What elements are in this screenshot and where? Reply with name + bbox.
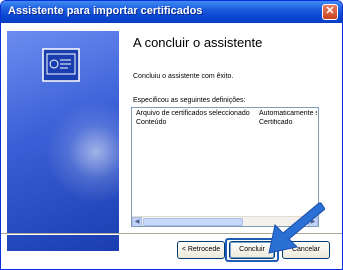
close-button[interactable]: ✕ <box>322 4 338 20</box>
side-banner <box>7 31 119 251</box>
scroll-left-icon[interactable]: ◀ <box>132 217 142 226</box>
page-title: A concluir o assistente <box>133 35 263 50</box>
back-button[interactable]: < Retrocede <box>177 241 225 259</box>
setting-name: Arquivo de certificados seleccionado <box>136 110 250 117</box>
certificate-icon <box>42 48 80 82</box>
scrollbar-thumb[interactable] <box>143 218 243 226</box>
decorative-glow <box>41 97 119 207</box>
wizard-body: A concluir o assistente Concluiu o assis… <box>1 23 342 269</box>
setting-value: Automaticamente s <box>259 110 317 117</box>
arrow-pointer-icon <box>268 202 325 254</box>
title-bar[interactable]: Assistente para importar certificados ✕ <box>1 1 342 23</box>
wizard-window: Assistente para importar certificados ✕ … <box>0 0 343 270</box>
setting-name: Conteúdo <box>136 119 167 126</box>
settings-label: Especificou as seguintes definições: <box>133 97 246 104</box>
setting-value: Certificado <box>259 119 293 126</box>
list-item[interactable]: Arquivo de certificados seleccionado Aut… <box>132 110 318 119</box>
window-title: Assistente para importar certificados <box>8 5 203 17</box>
completion-message: Concluiu o assistente com êxito. <box>133 73 234 80</box>
list-item[interactable]: Conteúdo Certificado <box>132 119 318 128</box>
